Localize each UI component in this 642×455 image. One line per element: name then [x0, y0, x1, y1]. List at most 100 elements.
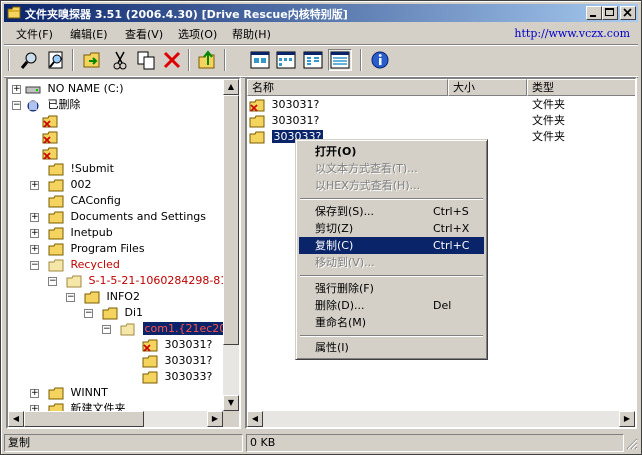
- scroll-right-button[interactable]: ▶: [619, 411, 635, 427]
- tree-item-303033[interactable]: 303033?: [142, 369, 212, 385]
- tree-item-caconfig[interactable]: CAConfig: [48, 193, 121, 209]
- tree-item-program-files[interactable]: + Program Files: [30, 241, 145, 257]
- menu-options[interactable]: 选项(O): [174, 26, 221, 42]
- drive-icon: [25, 86, 41, 93]
- copy-button[interactable]: [134, 49, 158, 71]
- expand-icon[interactable]: +: [30, 389, 39, 398]
- collapse-icon[interactable]: −: [30, 261, 39, 270]
- menu-item-open[interactable]: 打开(O): [299, 143, 484, 160]
- column-header-name[interactable]: 名称: [247, 79, 448, 96]
- menu-item-properties[interactable]: 属性(I): [299, 339, 484, 356]
- expand-icon[interactable]: +: [30, 181, 39, 190]
- collapse-icon[interactable]: −: [84, 309, 93, 318]
- tree-item-winnt[interactable]: + WINNT: [30, 385, 108, 401]
- title-bar[interactable]: 文件夹嗅探器 3.51 (2006.4.30) [Drive Rescue内核特…: [4, 4, 638, 22]
- tree-item-002[interactable]: + 002: [30, 177, 92, 193]
- tree-item-documents[interactable]: + Documents and Settings: [30, 209, 206, 225]
- scroll-right-button[interactable]: ▶: [207, 411, 223, 427]
- scroll-thumb[interactable]: [223, 95, 239, 345]
- menu-item-move-to[interactable]: 移动到(V)...: [299, 254, 484, 271]
- small-icons-view-icon: [276, 51, 296, 69]
- menu-item-delete[interactable]: 删除(D)... Del: [299, 297, 484, 314]
- tree-item-deleted[interactable]: − 已删除: [12, 97, 81, 113]
- large-icons-view-button[interactable]: [248, 49, 272, 71]
- menu-edit[interactable]: 编辑(E): [66, 26, 112, 42]
- folder-tree[interactable]: + NO NAME (C:) − 已删除 !Submit + 002 CACon…: [6, 77, 241, 429]
- website-link[interactable]: http://www.vczx.com: [514, 27, 630, 40]
- list-horizontal-scrollbar[interactable]: ◀ ▶: [247, 411, 635, 427]
- small-icons-view-button[interactable]: [274, 49, 298, 71]
- list-row[interactable]: 303031? 文件夹: [249, 97, 635, 113]
- close-button[interactable]: [620, 6, 636, 20]
- scroll-thumb[interactable]: [24, 411, 144, 427]
- up-folder-icon: [198, 50, 215, 69]
- tree-item-deleted-folder[interactable]: [42, 145, 61, 161]
- menu-item-save-to[interactable]: 保存到(S)... Ctrl+S: [299, 203, 484, 220]
- tree-item-label: Recycled: [70, 258, 120, 271]
- maximize-button[interactable]: [602, 6, 618, 20]
- scroll-left-button[interactable]: ◀: [8, 411, 24, 427]
- cut-icon: [113, 51, 127, 70]
- tree-item-label: !Submit: [70, 162, 114, 175]
- list-view-button[interactable]: [301, 49, 325, 71]
- details-view-button[interactable]: [328, 49, 352, 71]
- expand-icon[interactable]: +: [12, 85, 21, 94]
- up-folder-button[interactable]: [196, 49, 220, 71]
- menu-help[interactable]: 帮助(H): [228, 26, 275, 42]
- copy-icon: [137, 51, 155, 70]
- collapse-icon[interactable]: −: [102, 325, 111, 334]
- tree-vertical-scrollbar[interactable]: ▲ ▼: [223, 79, 239, 411]
- expand-icon[interactable]: +: [30, 245, 39, 254]
- folder-icon: [48, 227, 64, 239]
- menu-item-force-delete[interactable]: 强行删除(F): [299, 280, 484, 297]
- tree-item-sid[interactable]: − S-1-5-21-1060284298-81149: [48, 273, 239, 289]
- large-icons-view-icon: [250, 51, 270, 69]
- expand-icon[interactable]: +: [30, 229, 39, 238]
- tree-item-com1[interactable]: − com1.{21ec2020: [102, 321, 239, 337]
- tree-item-303031-a[interactable]: 303031?: [142, 337, 212, 353]
- column-header-size[interactable]: 大小: [448, 79, 527, 96]
- tree-item-label: WINNT: [70, 386, 108, 399]
- toolbar-separator: [72, 49, 74, 71]
- tree-item-drive[interactable]: + NO NAME (C:): [12, 81, 124, 97]
- tree-item-deleted-folder[interactable]: [42, 113, 61, 129]
- folder-icon: [142, 355, 158, 367]
- menu-file[interactable]: 文件(F): [12, 26, 57, 42]
- tree-item-label: INFO2: [106, 290, 140, 303]
- collapse-icon[interactable]: −: [12, 101, 21, 110]
- menu-item-rename[interactable]: 重命名(M): [299, 314, 484, 331]
- tree-item-303031-b[interactable]: 303031?: [142, 353, 212, 369]
- tree-item-di1[interactable]: − Di1: [84, 305, 143, 321]
- tree-item-info2[interactable]: − INFO2: [66, 289, 140, 305]
- scroll-up-button[interactable]: ▲: [223, 79, 239, 95]
- menu-item-view-text[interactable]: 以文本方式查看(T)...: [299, 160, 484, 177]
- tree-item-recycled[interactable]: − Recycled: [30, 257, 120, 273]
- tree-item-label: NO NAME (C:): [47, 82, 124, 95]
- collapse-icon[interactable]: −: [48, 277, 57, 286]
- menu-bar: 文件(F) 编辑(E) 查看(V) 选项(O) 帮助(H) http://www…: [4, 24, 638, 43]
- list-row[interactable]: 303031? 文件夹: [249, 113, 635, 129]
- cut-button[interactable]: [108, 49, 132, 71]
- find-file-button[interactable]: [44, 49, 68, 71]
- menu-item-cut[interactable]: 剪切(Z) Ctrl+X: [299, 220, 484, 237]
- minimize-button[interactable]: [586, 6, 602, 20]
- export-button[interactable]: [80, 49, 104, 71]
- tree-item-deleted-folder[interactable]: [42, 129, 61, 145]
- tree-item-label: 已删除: [47, 98, 81, 111]
- scroll-left-button[interactable]: ◀: [247, 411, 263, 427]
- tree-item-submit[interactable]: !Submit: [48, 161, 114, 177]
- about-button[interactable]: [368, 49, 392, 71]
- tree-horizontal-scrollbar[interactable]: ◀ ▶: [8, 411, 223, 427]
- tree-item-inetpub[interactable]: + Inetpub: [30, 225, 113, 241]
- search-button[interactable]: [18, 49, 42, 71]
- delete-button[interactable]: [160, 49, 184, 71]
- menu-item-copy[interactable]: 复制(C) Ctrl+C: [299, 237, 484, 254]
- menu-item-view-hex[interactable]: 以HEX方式查看(H)...: [299, 177, 484, 194]
- scroll-down-button[interactable]: ▼: [223, 395, 239, 411]
- expand-icon[interactable]: +: [30, 213, 39, 222]
- resize-grip-icon[interactable]: [625, 437, 638, 450]
- menu-view[interactable]: 查看(V): [121, 26, 167, 42]
- scroll-corner: [223, 411, 239, 427]
- collapse-icon[interactable]: −: [66, 293, 75, 302]
- column-header-type[interactable]: 类型: [527, 79, 635, 96]
